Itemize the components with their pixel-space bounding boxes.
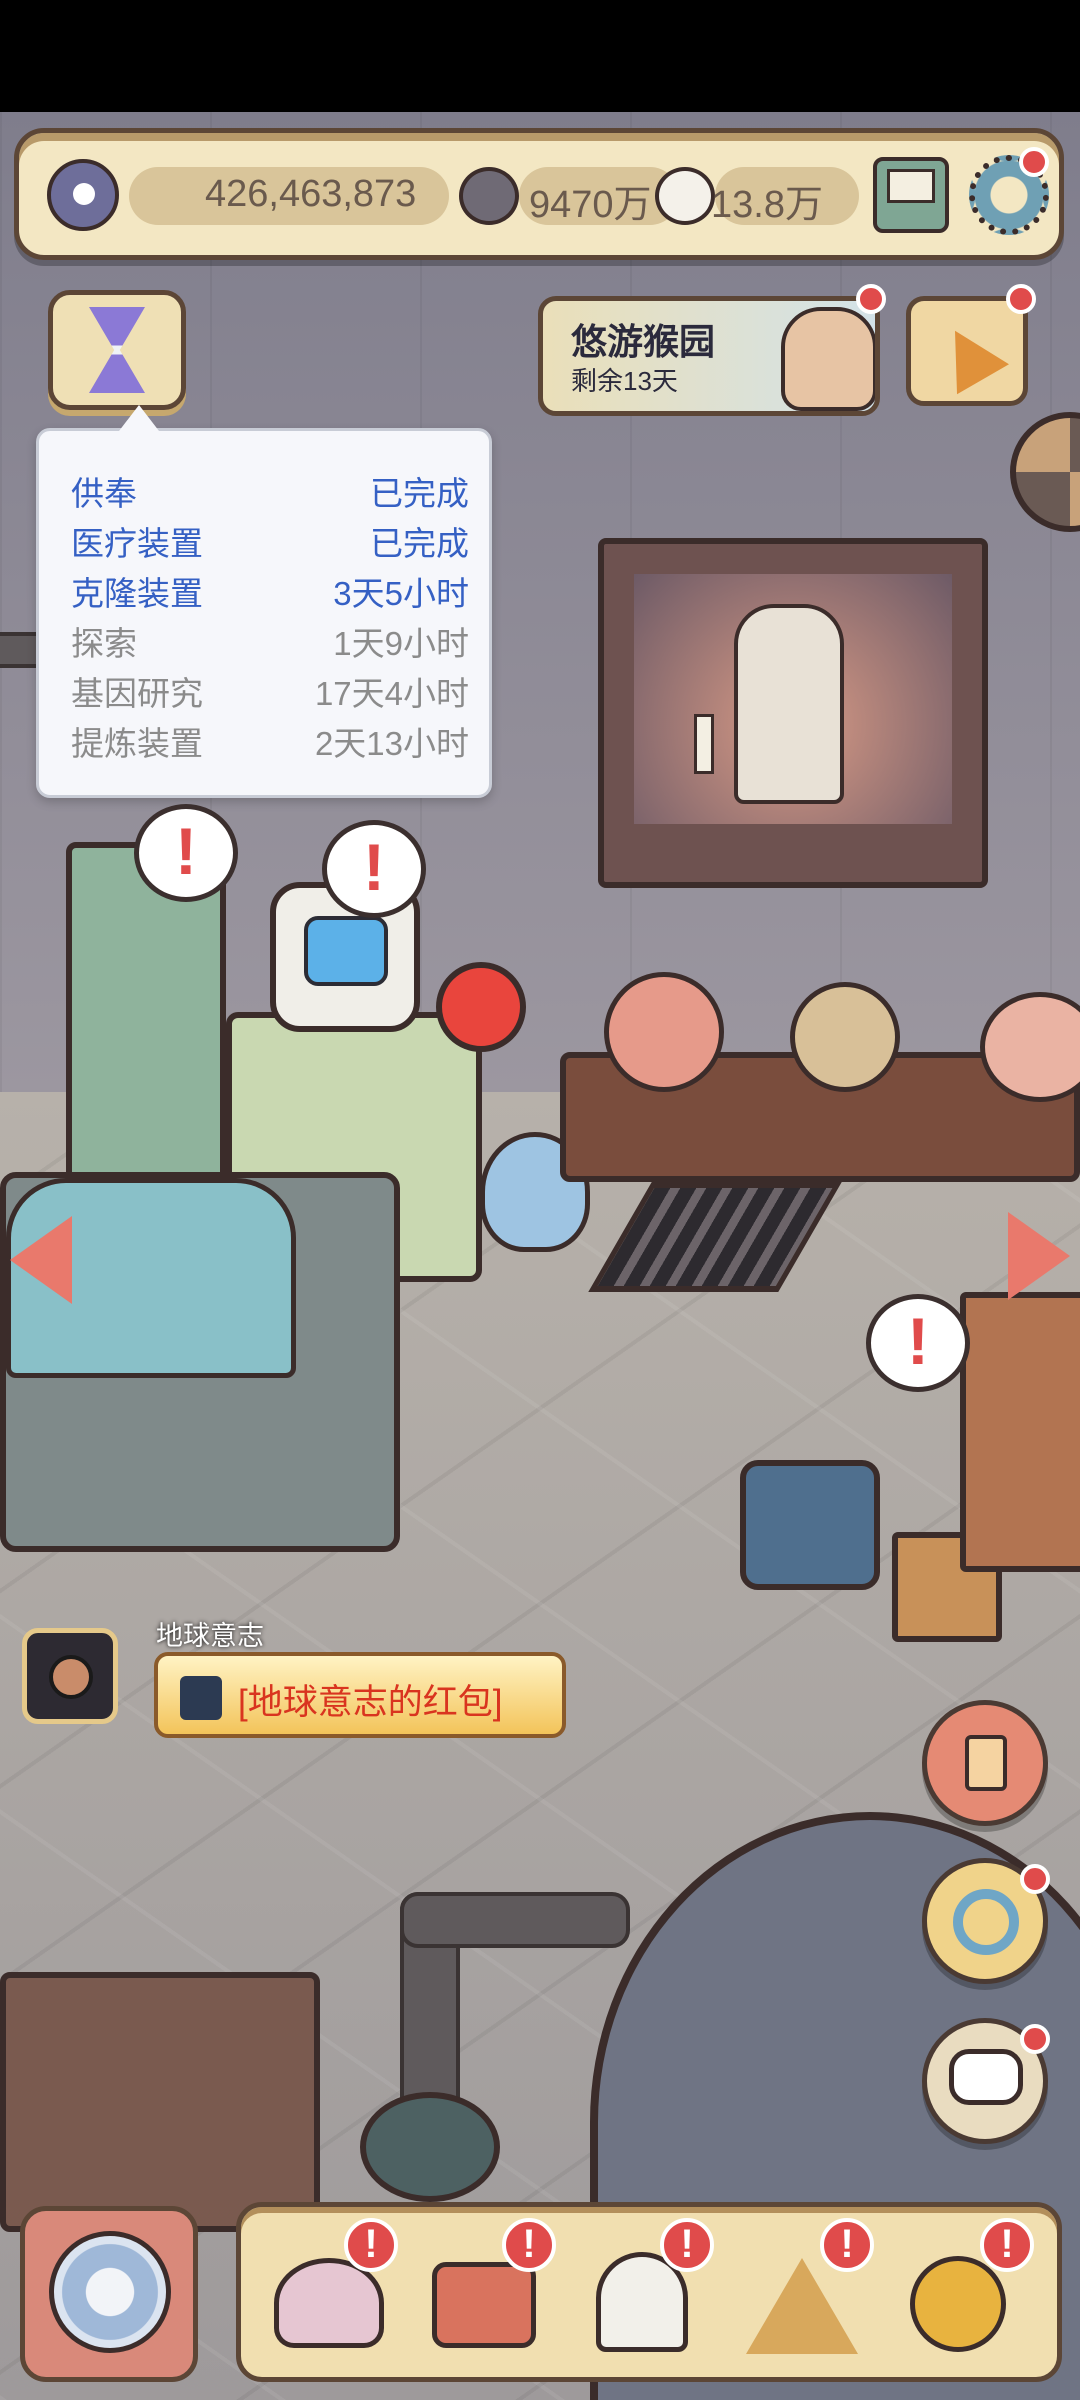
pyramid-eye-icon xyxy=(746,2258,858,2354)
party-popper-icon xyxy=(929,315,1009,395)
red-packet-message: [地球意志的红包] xyxy=(238,1683,503,1722)
alert-bubble-robot[interactable]: ! xyxy=(322,820,426,918)
stone-idol xyxy=(734,604,844,804)
exclamation-icon: ! xyxy=(907,1304,929,1378)
chat-badge xyxy=(1020,2024,1050,2054)
sender-avatar[interactable] xyxy=(22,1628,118,1724)
event-remaining: 剩余13天 xyxy=(571,366,678,396)
nav-snail[interactable]: ! xyxy=(262,2218,398,2358)
task-name: 供奉 xyxy=(71,475,137,512)
task-status: 已完成 xyxy=(370,525,469,562)
nav-toolbox[interactable]: ! xyxy=(420,2218,556,2358)
exclamation-icon: ! xyxy=(175,814,197,888)
notification-badge: ! xyxy=(660,2218,714,2272)
task-name: 探索 xyxy=(71,625,137,662)
notification-badge: ! xyxy=(502,2218,556,2272)
warning-button[interactable] xyxy=(436,962,526,1052)
nav-key-seal[interactable]: ! xyxy=(900,2218,1034,2358)
task-name: 提炼装置 xyxy=(71,725,203,762)
red-packet-sender: 地球意志 xyxy=(156,1621,264,1651)
nav-bust[interactable]: ! xyxy=(578,2218,714,2358)
swirl-icon xyxy=(953,1889,1019,1955)
candle xyxy=(694,714,714,774)
hourglass-icon xyxy=(89,307,145,393)
task-row: 医疗装置 已完成 xyxy=(71,511,469,562)
event-banner[interactable]: 悠游猴园 剩余13天 xyxy=(538,296,880,416)
alert-bubble-projector[interactable]: ! xyxy=(866,1294,970,1392)
exclamation-icon: ! xyxy=(363,830,385,904)
task-row: 探索 1天9小时 xyxy=(71,611,469,662)
event-title: 悠游猴园 xyxy=(571,321,716,362)
snail-shell-icon xyxy=(49,1655,93,1699)
task-status: 3天5小时 xyxy=(333,575,469,612)
task-row: 提炼装置 2天13小时 xyxy=(71,711,469,762)
task-status: 已完成 xyxy=(370,475,469,512)
task-timer-popup: 供奉 已完成 医疗装置 已完成 克隆装置 3天5小时 探索 1天9小时 基因研究… xyxy=(36,405,492,798)
toolbox-icon xyxy=(432,2262,536,2348)
home-portal-button[interactable] xyxy=(20,2206,198,2382)
scientist-portrait xyxy=(781,307,875,411)
wooden-crate xyxy=(0,1972,320,2232)
task-row: 克隆装置 3天5小时 xyxy=(71,561,469,612)
party-popper-button[interactable] xyxy=(906,296,1028,406)
event-badge xyxy=(856,284,886,314)
projector-robot[interactable] xyxy=(740,1460,880,1590)
envelope-icon xyxy=(965,1735,1007,1791)
chat-bubble-icon xyxy=(949,2049,1023,2105)
task-name: 医疗装置 xyxy=(71,525,203,562)
shell-specimen[interactable] xyxy=(790,982,900,1092)
status-bar xyxy=(0,0,1080,112)
red-envelope-button[interactable] xyxy=(922,1700,1048,1826)
bucket xyxy=(360,2092,500,2202)
shrine-cabinet[interactable] xyxy=(598,538,988,888)
task-row: 供奉 已完成 xyxy=(71,461,469,512)
task-status: 2天13小时 xyxy=(314,725,469,762)
task-status: 1天9小时 xyxy=(333,625,469,662)
nav-pyramid[interactable]: ! xyxy=(738,2218,874,2358)
portal-badge xyxy=(1020,1864,1050,1894)
notification-badge: ! xyxy=(980,2218,1034,2272)
dark-bubble-icon[interactable] xyxy=(459,167,519,225)
key-seal-icon xyxy=(910,2256,1006,2352)
hourglass-timer-button[interactable] xyxy=(48,290,186,410)
mail-icon[interactable] xyxy=(873,157,949,233)
light-bubble-icon[interactable] xyxy=(655,167,715,225)
scroll-right-arrow[interactable] xyxy=(1008,1212,1070,1300)
task-name: 基因研究 xyxy=(71,675,203,712)
notification-badge: ! xyxy=(344,2218,398,2272)
scroll-left-arrow[interactable] xyxy=(10,1216,72,1304)
brain-specimen[interactable] xyxy=(604,972,724,1092)
dark-bubble-count: 9470万 xyxy=(529,184,652,226)
eye-icon[interactable] xyxy=(47,159,119,231)
red-packet-bubble[interactable]: [地球意志的红包] xyxy=(154,1652,566,1738)
task-name: 克隆装置 xyxy=(71,575,203,612)
resource-bar: 426,463,873 9470万 13.8万 xyxy=(14,128,1064,260)
alert-bubble-locker[interactable]: ! xyxy=(134,804,238,902)
task-status: 17天4小时 xyxy=(314,675,469,712)
party-badge xyxy=(1006,284,1036,314)
task-row: 基因研究 17天4小时 xyxy=(71,661,469,712)
red-envelope-icon xyxy=(180,1676,222,1720)
globe-swirl-icon xyxy=(49,2231,171,2353)
envelope-flap xyxy=(887,169,935,203)
floor-pipe-elbow xyxy=(400,1892,630,1948)
light-bubble-count: 13.8万 xyxy=(711,184,823,226)
settings-badge xyxy=(1019,147,1049,177)
robot-screen xyxy=(304,916,388,986)
eye-count: 426,463,873 xyxy=(205,173,417,215)
eye-pupil xyxy=(73,183,95,205)
notification-badge: ! xyxy=(820,2218,874,2272)
crate-stack[interactable] xyxy=(960,1292,1080,1572)
